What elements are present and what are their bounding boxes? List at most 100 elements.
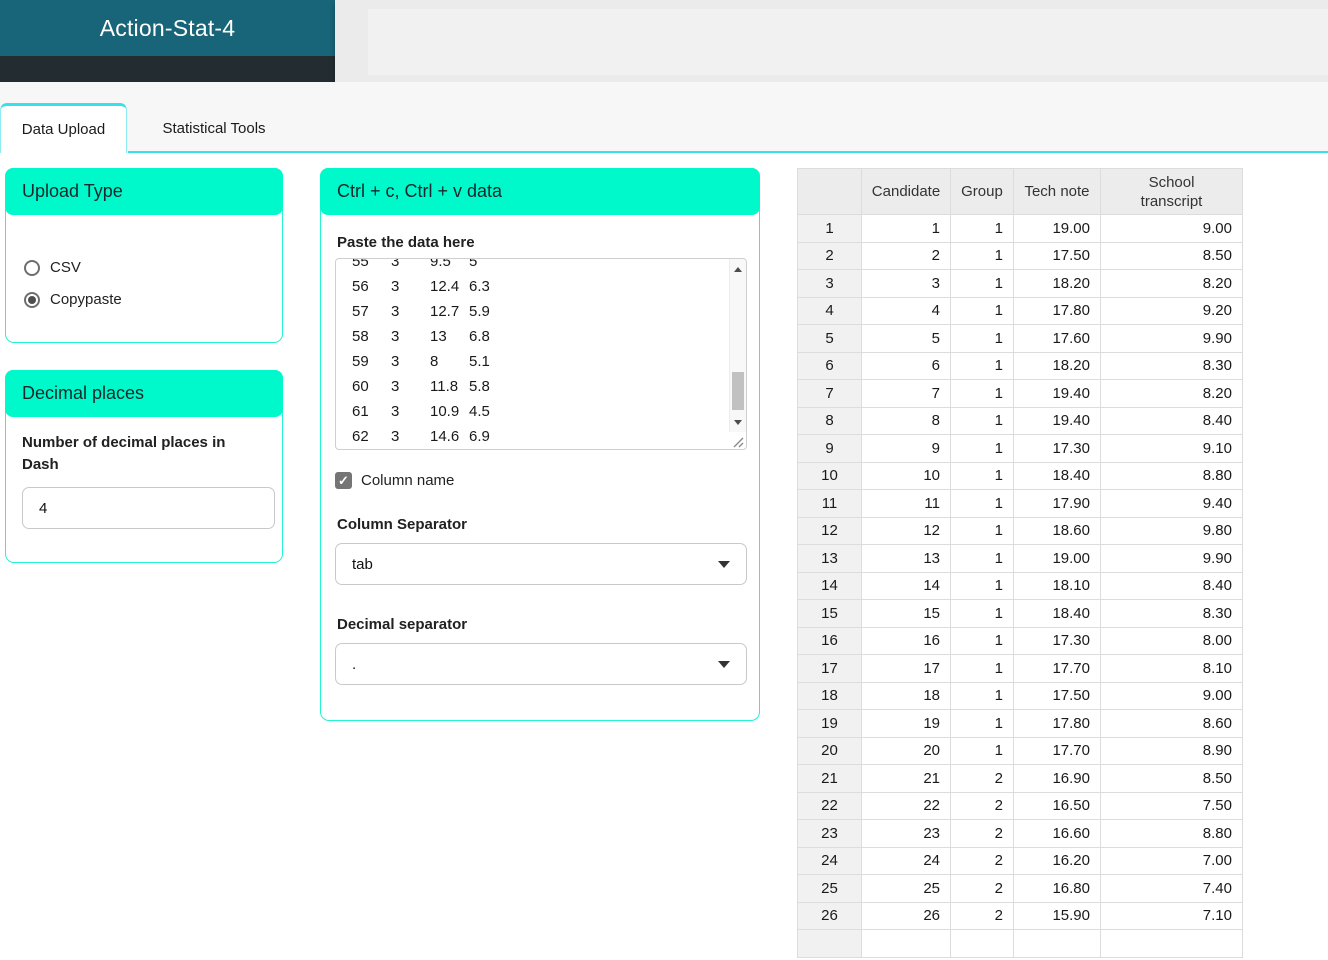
copypaste-title: Ctrl + c, Ctrl + v data bbox=[337, 181, 503, 201]
data-cell: 24 bbox=[861, 846, 951, 875]
data-cell: 9.00 bbox=[1100, 214, 1243, 243]
col-header-group: Group bbox=[950, 168, 1014, 215]
table-row: 21 21 2 16.90 8.50 bbox=[797, 764, 1243, 793]
data-cell: 8.80 bbox=[1100, 819, 1243, 848]
data-cell: 7.10 bbox=[1100, 901, 1243, 930]
radio-selected-icon[interactable] bbox=[24, 291, 40, 308]
tab-statistical-tools[interactable]: Statistical Tools bbox=[128, 103, 300, 153]
data-cell: 8.20 bbox=[1100, 379, 1243, 408]
data-cell: 13 bbox=[861, 544, 951, 573]
paste-textarea-content: 55 3 9.5 5 56 3 12.4 6.3 57 3 12.7 5.9 58 3 13 6.8 59 3 8 5… bbox=[336, 259, 728, 449]
column-name-checkbox[interactable]: ✓ bbox=[335, 472, 352, 489]
data-cell: 9.40 bbox=[1100, 489, 1243, 518]
table-row: 13 13 1 19.00 9.90 bbox=[797, 544, 1243, 573]
data-cell: 8.80 bbox=[1100, 461, 1243, 490]
table-row: 7 7 1 19.40 8.20 bbox=[797, 379, 1243, 408]
radio-option-csv[interactable]: CSV bbox=[24, 259, 264, 276]
data-cell: 4 bbox=[861, 296, 951, 325]
data-cell: 2 bbox=[950, 764, 1014, 793]
data-cell: 18.40 bbox=[1013, 599, 1101, 628]
upload-type-radio-group: CSV Copypaste bbox=[6, 215, 282, 308]
scroll-down-icon[interactable] bbox=[730, 414, 746, 430]
data-cell: 8.50 bbox=[1100, 241, 1243, 270]
table-row: 3 3 1 18.20 8.20 bbox=[797, 269, 1243, 298]
table-row: 12 12 1 18.60 9.80 bbox=[797, 516, 1243, 545]
data-cell: 17.50 bbox=[1013, 241, 1101, 270]
row-index-cell: 11 bbox=[797, 489, 862, 518]
data-cell: 17.90 bbox=[1013, 489, 1101, 518]
decimal-separator-value: . bbox=[352, 655, 357, 673]
app-header: Action-Stat-4 bbox=[0, 0, 335, 56]
data-cell: 9.10 bbox=[1100, 434, 1243, 463]
row-index-cell: 9 bbox=[797, 434, 862, 463]
data-cell: 16.90 bbox=[1013, 764, 1101, 793]
column-separator-select[interactable]: tab bbox=[335, 543, 747, 585]
data-cell: 16.20 bbox=[1013, 846, 1101, 875]
column-separator-value: tab bbox=[352, 555, 373, 573]
col-header-candidate: Candidate bbox=[861, 168, 951, 215]
data-table-container: Candidate Group Tech note School transcr… bbox=[797, 168, 1243, 960]
radio-option-copypaste[interactable]: Copypaste bbox=[24, 291, 264, 308]
data-cell: 26 bbox=[861, 901, 951, 930]
data-cell: 17 bbox=[861, 654, 951, 683]
row-index-cell: 5 bbox=[797, 324, 862, 353]
data-cell: 1 bbox=[950, 626, 1014, 655]
data-cell: 1 bbox=[950, 296, 1014, 325]
data-cell: 17.70 bbox=[1013, 736, 1101, 765]
textarea-line: 62 3 14.6 6.9 bbox=[352, 428, 490, 445]
decimal-places-input[interactable]: 4 bbox=[22, 487, 275, 529]
scroll-up-icon[interactable] bbox=[730, 261, 746, 277]
data-cell: 1 bbox=[950, 324, 1014, 353]
tab-statistical-tools-label: Statistical Tools bbox=[162, 119, 266, 137]
row-index-cell: 14 bbox=[797, 571, 862, 600]
sidebar-header-strip bbox=[0, 56, 335, 82]
data-cell: 22 bbox=[861, 791, 951, 820]
row-index-cell: 8 bbox=[797, 406, 862, 435]
table-row: 15 15 1 18.40 8.30 bbox=[797, 599, 1243, 628]
data-cell: 1 bbox=[950, 681, 1014, 710]
row-index-cell: 24 bbox=[797, 846, 862, 875]
data-cell: 7.00 bbox=[1100, 846, 1243, 875]
row-index-cell: 26 bbox=[797, 901, 862, 930]
data-cell: 5 bbox=[861, 324, 951, 353]
data-cell: 1 bbox=[950, 654, 1014, 683]
data-cell: 1 bbox=[861, 214, 951, 243]
data-cell: 17.80 bbox=[1013, 296, 1101, 325]
table-row: 17 17 1 17.70 8.10 bbox=[797, 654, 1243, 683]
copypaste-panel-header: Ctrl + c, Ctrl + v data bbox=[320, 168, 760, 215]
textarea-scrollbar[interactable] bbox=[729, 259, 746, 432]
data-cell: 8.50 bbox=[1100, 764, 1243, 793]
data-cell: 3 bbox=[861, 269, 951, 298]
app-title: Action-Stat-4 bbox=[99, 14, 236, 41]
data-cell: 2 bbox=[950, 846, 1014, 875]
data-cell: 8 bbox=[861, 406, 951, 435]
data-cell: 12 bbox=[861, 516, 951, 545]
decimal-separator-select[interactable]: . bbox=[335, 643, 747, 685]
data-cell: 1 bbox=[950, 406, 1014, 435]
data-cell: 8.30 bbox=[1100, 351, 1243, 380]
resize-grip-icon[interactable] bbox=[732, 435, 744, 448]
data-cell: 16.50 bbox=[1013, 791, 1101, 820]
data-cell bbox=[950, 929, 1014, 958]
row-index-cell: 25 bbox=[797, 874, 862, 903]
decimal-places-panel: Decimal places Number of decimal places … bbox=[5, 370, 283, 563]
tab-data-upload[interactable]: Data Upload bbox=[0, 103, 127, 153]
scrollbar-thumb[interactable] bbox=[732, 372, 744, 410]
copypaste-panel: Ctrl + c, Ctrl + v data Paste the data h… bbox=[320, 168, 760, 721]
column-name-checkbox-row[interactable]: ✓ Column name bbox=[335, 472, 454, 489]
data-cell: 1 bbox=[950, 736, 1014, 765]
radio-unselected-icon[interactable] bbox=[24, 259, 40, 276]
table-row: 14 14 1 18.10 8.40 bbox=[797, 571, 1243, 600]
data-cell: 17.30 bbox=[1013, 626, 1101, 655]
textarea-line: 61 3 10.9 4.5 bbox=[352, 403, 490, 420]
data-cell: 9.90 bbox=[1100, 544, 1243, 573]
table-row: 22 22 2 16.50 7.50 bbox=[797, 791, 1243, 820]
paste-textarea[interactable]: 55 3 9.5 5 56 3 12.4 6.3 57 3 12.7 5.9 58 3 13 6.8 59 3 8 5… bbox=[335, 258, 747, 450]
data-cell: 2 bbox=[950, 901, 1014, 930]
paste-data-label: Paste the data here bbox=[337, 234, 475, 251]
table-row: 11 11 1 17.90 9.40 bbox=[797, 489, 1243, 518]
data-cell: 1 bbox=[950, 544, 1014, 573]
col-header-school-transcript: School transcript bbox=[1100, 168, 1243, 215]
data-cell: 19.40 bbox=[1013, 379, 1101, 408]
data-cell: 17.70 bbox=[1013, 654, 1101, 683]
